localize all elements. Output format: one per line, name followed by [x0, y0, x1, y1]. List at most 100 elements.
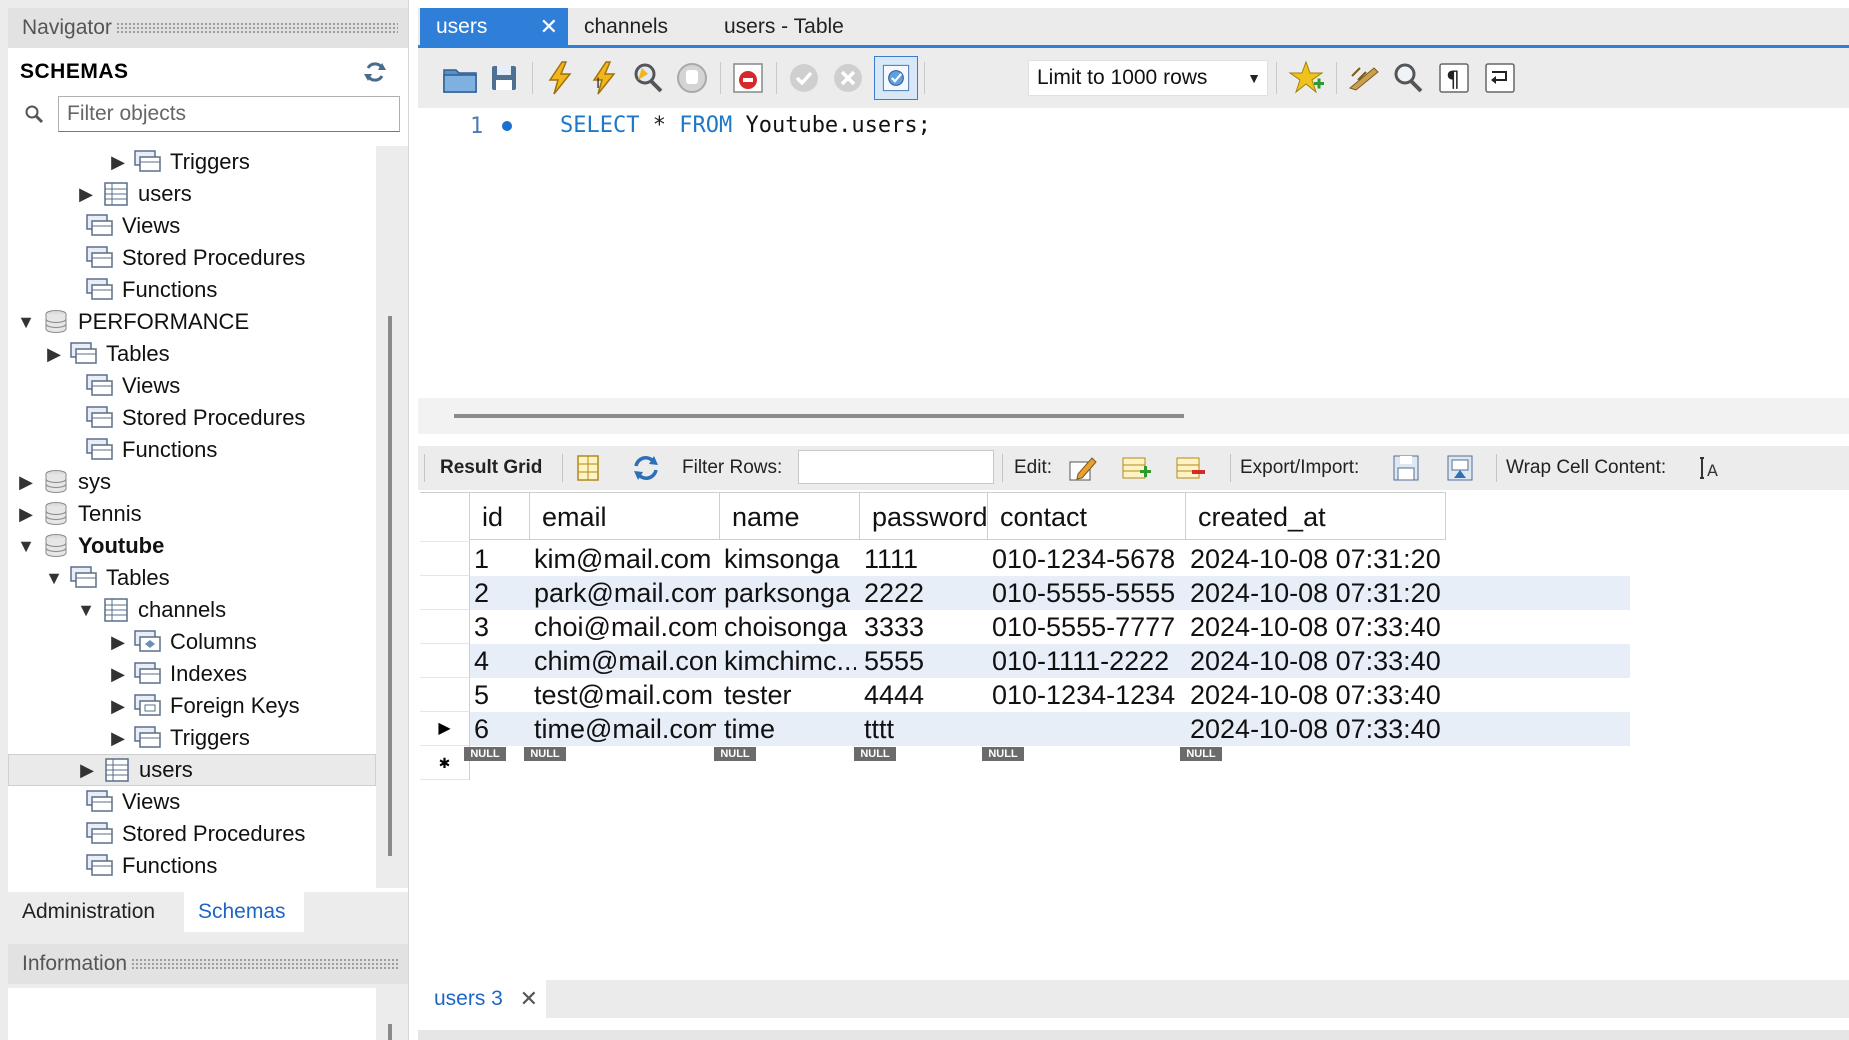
import-icon[interactable]	[1444, 452, 1476, 484]
column-header-contact[interactable]: contact	[988, 492, 1186, 540]
collapse-arrow-icon[interactable]: ▼	[16, 312, 36, 333]
column-header-created-at[interactable]: created_at	[1186, 492, 1446, 540]
tree-item-functions[interactable]: Functions	[8, 434, 376, 466]
close-icon[interactable]: ✕	[520, 980, 538, 1018]
expand-arrow-icon[interactable]: ▶	[44, 344, 64, 365]
column-header-id[interactable]: id	[470, 492, 530, 540]
expand-arrow-icon[interactable]: ▶	[108, 664, 128, 685]
tree-item-tables[interactable]: ▶ Tables	[8, 338, 376, 370]
wrap-lines-icon[interactable]	[1480, 58, 1520, 98]
grid-icon[interactable]	[572, 452, 604, 484]
tree-item-sys[interactable]: ▶ sys	[8, 466, 376, 498]
edit-row-icon[interactable]	[1066, 452, 1098, 484]
editor-scrollbar-thumb[interactable]	[454, 414, 1184, 418]
scrollbar-thumb[interactable]	[388, 316, 392, 856]
cell-email[interactable]: time@mail.com	[526, 709, 716, 749]
delete-row-icon[interactable]	[1174, 452, 1206, 484]
tree-item-triggers[interactable]: ▶ Triggers	[8, 146, 376, 178]
open-file-icon[interactable]	[440, 58, 480, 98]
panel-grip[interactable]	[115, 22, 398, 34]
tab-channels[interactable]: channels	[568, 8, 708, 45]
limit-rows-select[interactable]: Limit to 1000 rows ▼	[1028, 60, 1268, 96]
tree-item-triggers[interactable]: ▶ Triggers	[8, 722, 376, 754]
tree-item-youtube[interactable]: ▼ Youtube	[8, 530, 376, 562]
expand-arrow-icon[interactable]: ▶	[108, 728, 128, 749]
grid-corner[interactable]	[420, 492, 470, 542]
result-grid-button[interactable]: Result Grid	[440, 446, 542, 490]
row-header[interactable]	[420, 610, 470, 644]
expand-arrow-icon[interactable]: ▶	[108, 152, 128, 173]
tree-item-views[interactable]: Views	[8, 786, 376, 818]
tree-item-stored-procedures[interactable]: Stored Procedures	[8, 242, 376, 274]
explain-icon[interactable]	[628, 58, 668, 98]
tree-item-channels[interactable]: ▼ channels	[8, 594, 376, 626]
expand-arrow-icon[interactable]: ▶	[16, 504, 36, 525]
null-badge[interactable]: NULL	[982, 747, 1024, 761]
expand-arrow-icon[interactable]: ▶	[77, 760, 97, 781]
collapse-arrow-icon[interactable]: ▼	[16, 536, 36, 557]
row-header[interactable]	[420, 644, 470, 678]
tree-item-foreign-keys[interactable]: ▶ Foreign Keys	[8, 690, 376, 722]
stop-icon[interactable]	[672, 58, 712, 98]
null-badge[interactable]: NULL	[464, 747, 506, 761]
invisible-chars-icon[interactable]: ¶	[1434, 58, 1474, 98]
tree-item-views[interactable]: Views	[8, 210, 376, 242]
insert-row-icon[interactable]	[1120, 452, 1152, 484]
tree-item-functions[interactable]: Functions	[8, 850, 376, 882]
find-icon[interactable]	[1388, 58, 1428, 98]
expand-arrow-icon[interactable]: ▶	[16, 472, 36, 493]
expand-arrow-icon[interactable]: ▶	[108, 632, 128, 653]
info-scrollbar[interactable]	[388, 1024, 392, 1040]
execute-current-icon[interactable]: I	[584, 58, 624, 98]
execute-icon[interactable]	[540, 58, 580, 98]
tree-item-stored-procedures[interactable]: Stored Procedures	[8, 818, 376, 850]
save-icon[interactable]	[484, 58, 524, 98]
row-header[interactable]	[420, 576, 470, 610]
collapse-arrow-icon[interactable]: ▼	[76, 600, 96, 621]
tree-item-performance[interactable]: ▼ PERFORMANCE	[8, 306, 376, 338]
filter-rows-input[interactable]	[798, 450, 994, 484]
tree-item-functions[interactable]: Functions	[8, 274, 376, 306]
cell-password[interactable]: tttt	[856, 709, 984, 749]
tab-administration[interactable]: Administration	[8, 892, 184, 932]
collapse-arrow-icon[interactable]: ▼	[44, 568, 64, 589]
autocommit-icon[interactable]	[874, 56, 918, 100]
beautify-icon[interactable]	[1344, 58, 1384, 98]
expand-arrow-icon[interactable]: ▶	[108, 696, 128, 717]
tab-users-table[interactable]: users - Table	[708, 8, 908, 45]
add-snippet-icon[interactable]	[1288, 58, 1328, 98]
null-badge[interactable]: NULL	[524, 747, 566, 761]
cell-created-at[interactable]: 2024-10-08 07:33:40	[1182, 709, 1442, 749]
tab-users[interactable]: users ✕	[420, 8, 568, 45]
new-row-header[interactable]: ✱	[420, 746, 470, 780]
cell-name[interactable]: time	[716, 709, 856, 749]
null-badge[interactable]: NULL	[854, 747, 896, 761]
tab-schemas[interactable]: Schemas	[184, 892, 304, 932]
result-grid[interactable]: id email name password contact created_at 1 kim…	[420, 490, 1630, 820]
commit-icon[interactable]	[784, 58, 824, 98]
tree-item-tennis[interactable]: ▶ Tennis	[8, 498, 376, 530]
row-header[interactable]	[420, 542, 470, 576]
cell-id[interactable]: 6	[466, 709, 526, 749]
tree-item-users[interactable]: ▶ users	[8, 178, 376, 210]
tree-item-users[interactable]: ▶ users	[8, 754, 376, 786]
row-header[interactable]	[420, 678, 470, 712]
null-badge[interactable]: NULL	[1180, 747, 1222, 761]
refresh-icon[interactable]	[630, 452, 662, 484]
tree-item-stored-procedures[interactable]: Stored Procedures	[8, 402, 376, 434]
toggle-error-icon[interactable]	[728, 58, 768, 98]
sql-editor[interactable]: 1 SELECT * FROM Youtube.users;	[418, 108, 1849, 398]
filter-objects-input[interactable]	[58, 96, 400, 132]
row-header[interactable]: ▶	[420, 712, 470, 746]
cell-contact[interactable]: 010-1234-1234	[984, 675, 1182, 715]
tree-item-tables[interactable]: ▼ Tables	[8, 562, 376, 594]
export-icon[interactable]	[1390, 452, 1422, 484]
tree-scrollbar[interactable]	[376, 146, 408, 888]
panel-grip[interactable]	[131, 958, 398, 970]
expand-arrow-icon[interactable]: ▶	[76, 184, 96, 205]
column-header-name[interactable]: name	[720, 492, 860, 540]
column-header-password[interactable]: password	[860, 492, 988, 540]
refresh-schemas-icon[interactable]	[362, 60, 388, 84]
close-icon[interactable]: ✕	[540, 8, 558, 45]
null-badge[interactable]: NULL	[714, 747, 756, 761]
